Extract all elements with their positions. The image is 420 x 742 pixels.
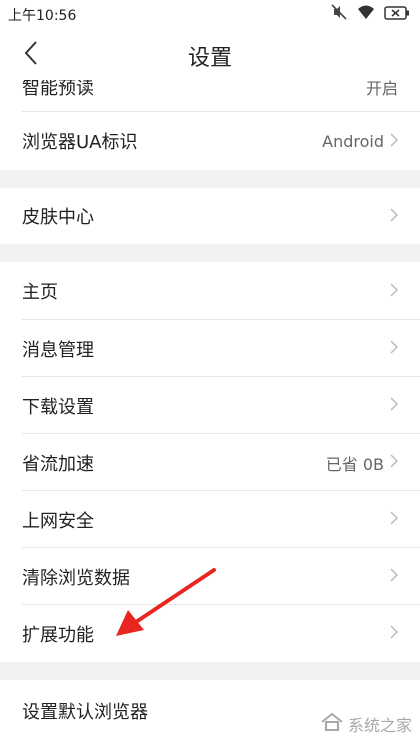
status-time: 上午10:56 <box>8 8 77 24</box>
settings-row-message-management[interactable]: 消息管理 <box>0 320 420 377</box>
section-gap <box>0 244 420 262</box>
row-label: 皮肤中心 <box>22 207 94 228</box>
row-label: 扩展功能 <box>22 624 94 646</box>
watermark-text: 系统之家 <box>347 716 412 735</box>
row-label: 设置默认浏览器 <box>22 702 148 723</box>
row-value: 已省 0B <box>325 454 384 474</box>
row-label: 智能预读 <box>22 80 94 99</box>
row-label: 主页 <box>22 282 58 303</box>
nav-bar: 设置 <box>0 28 420 80</box>
row-label: 省流加速 <box>22 453 94 475</box>
chevron-right-icon <box>390 510 399 529</box>
settings-row-home[interactable]: 主页 <box>0 262 420 320</box>
settings-row-download[interactable]: 下载设置 <box>0 377 420 434</box>
row-label: 下载设置 <box>22 396 94 418</box>
row-value: Android <box>322 131 384 151</box>
chevron-right-icon <box>390 624 399 643</box>
settings-row-data-saver[interactable]: 省流加速 已省 0B <box>0 434 420 491</box>
status-icons <box>330 4 410 24</box>
row-label: 浏览器UA标识 <box>22 132 138 153</box>
watermark: 系统之家 <box>320 712 412 736</box>
section-gap <box>0 170 420 188</box>
settings-row-ua[interactable]: 浏览器UA标识 Android <box>0 112 420 170</box>
battery-icon <box>384 5 410 24</box>
page-title: 设置 <box>187 46 232 71</box>
wifi-icon <box>356 4 376 24</box>
house-logo-icon <box>320 712 344 736</box>
chevron-right-icon <box>390 453 399 472</box>
chevron-right-icon <box>390 282 399 301</box>
chevron-right-icon <box>390 207 399 226</box>
chevron-right-icon <box>390 567 399 586</box>
settings-row-skin-center[interactable]: 皮肤中心 <box>0 188 420 244</box>
settings-row-browsing-security[interactable]: 上网安全 <box>0 491 420 548</box>
settings-row-extensions[interactable]: 扩展功能 <box>0 605 420 662</box>
chevron-right-icon <box>390 339 399 358</box>
row-value: 开启 <box>365 80 398 98</box>
chevron-right-icon <box>390 396 399 415</box>
settings-row-clear-data[interactable]: 清除浏览数据 <box>0 548 420 605</box>
row-label: 消息管理 <box>22 339 94 361</box>
mute-icon <box>330 3 348 25</box>
row-label: 上网安全 <box>22 510 94 532</box>
row-label: 清除浏览数据 <box>22 567 130 589</box>
chevron-right-icon <box>390 132 399 151</box>
status-bar: 上午10:56 <box>0 0 420 28</box>
settings-row-smart-preload[interactable]: 智能预读 开启 <box>0 80 420 112</box>
section-gap <box>0 662 420 680</box>
